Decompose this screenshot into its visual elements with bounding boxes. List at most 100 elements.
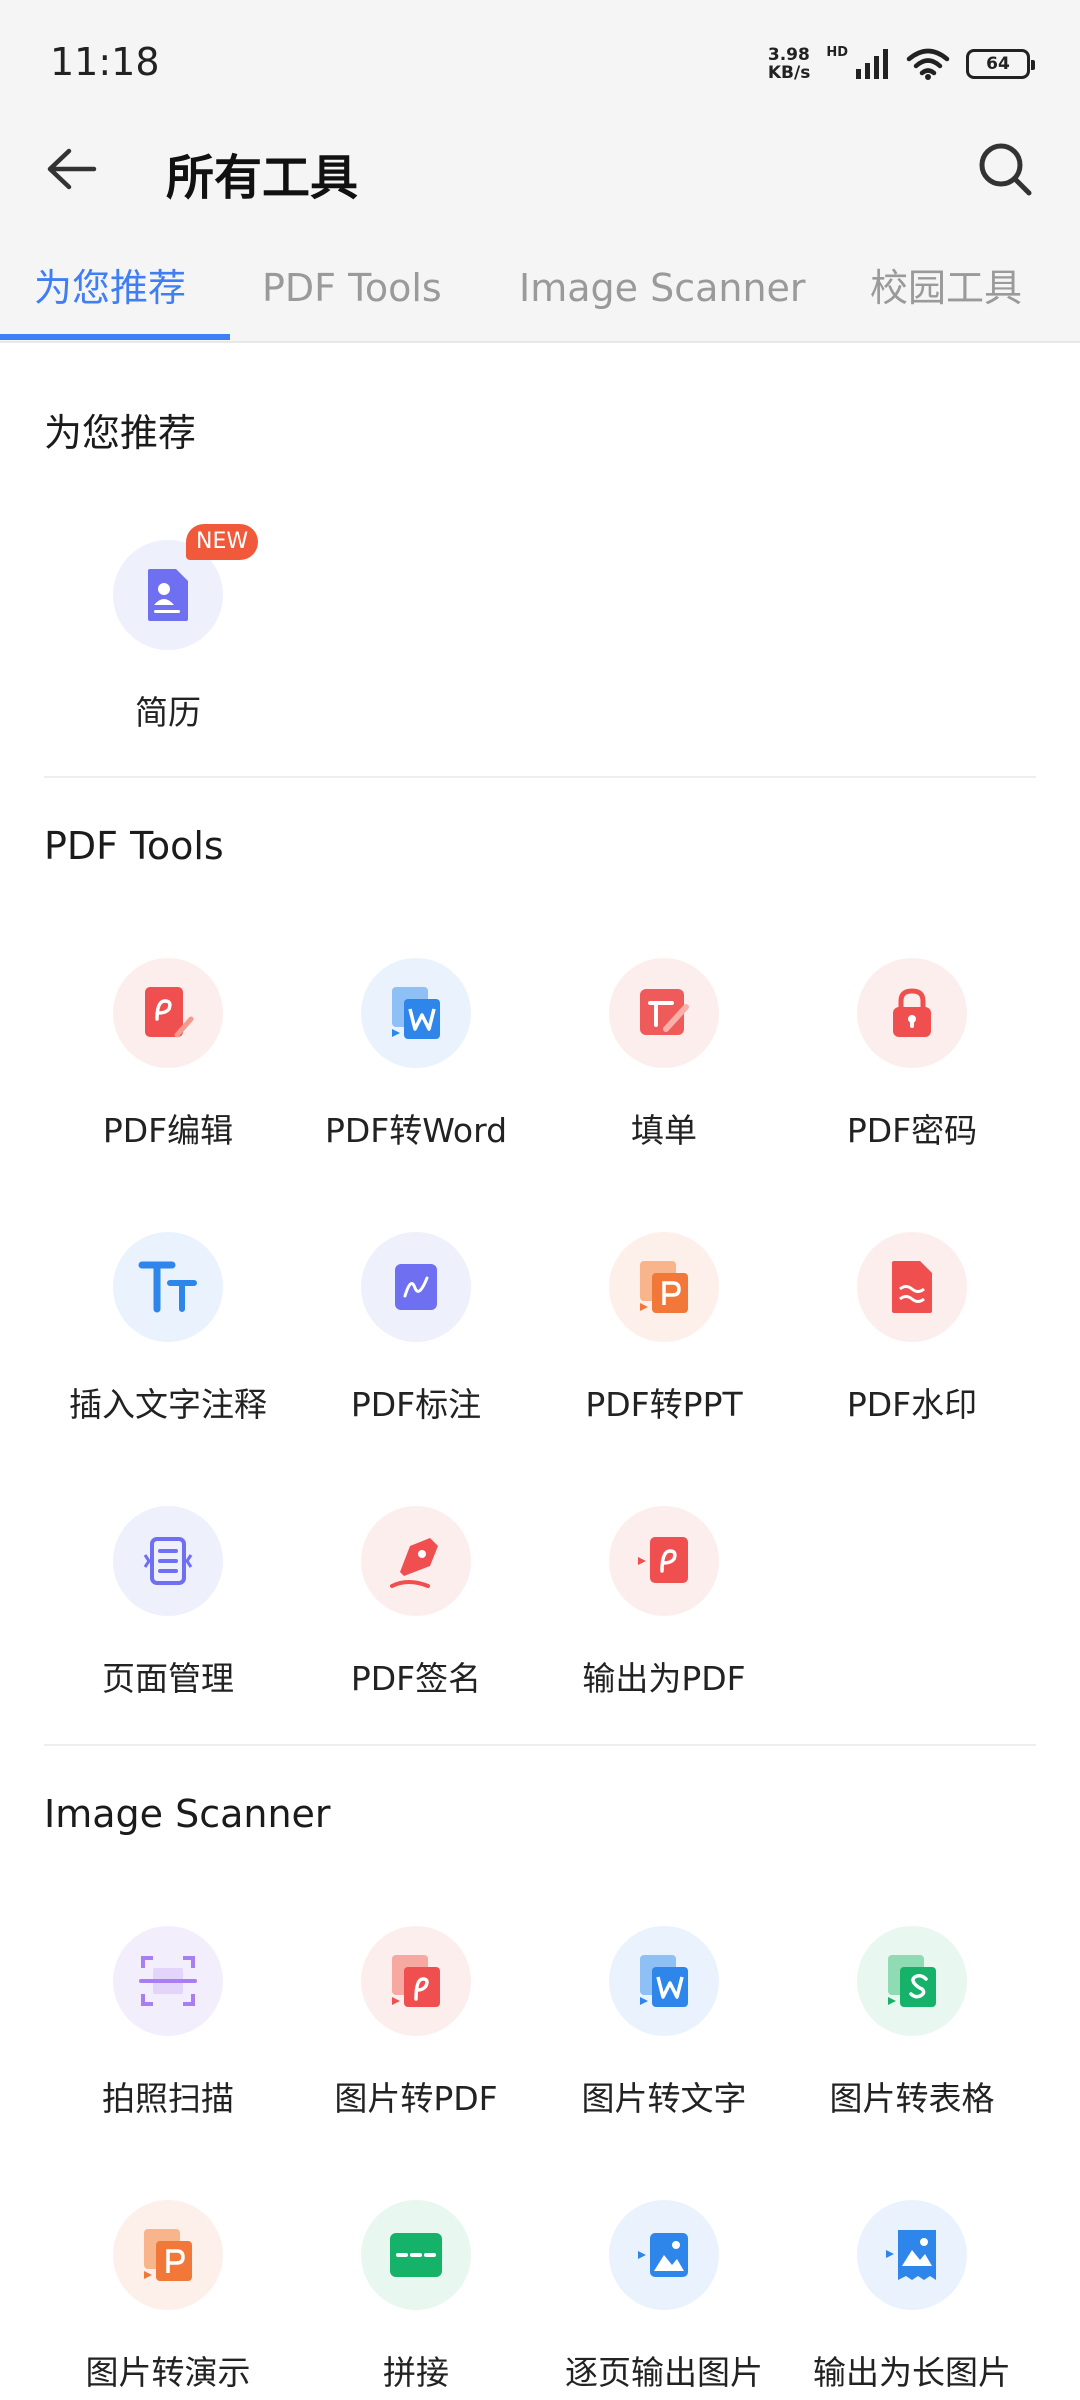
watermark-icon	[892, 1261, 932, 1313]
tool-photo-scan[interactable]: 拍照扫描	[44, 1926, 292, 2126]
tool-icon-bg	[361, 1506, 471, 1616]
tool-pdf-signature[interactable]: PDF签名	[292, 1506, 540, 1706]
section-divider	[44, 1744, 1036, 1746]
export-images-icon	[638, 2233, 688, 2277]
tool-icon-bg	[857, 958, 967, 1068]
network-speed-value: 3.98	[767, 45, 810, 65]
section-title-recommended: 为您推荐	[44, 411, 197, 455]
tool-label: 填单	[631, 1111, 697, 1150]
scan-icon	[139, 1956, 197, 2006]
tool-label: 简历	[135, 693, 201, 732]
section-title-image-scanner: Image Scanner	[44, 1792, 331, 1836]
tool-icon-bg	[857, 1232, 967, 1342]
tool-export-long-image[interactable]: 输出为长图片	[788, 2200, 1036, 2400]
text-annotation-icon	[138, 1261, 197, 1313]
tool-icon-bg	[361, 2200, 471, 2310]
tool-image-to-presentation[interactable]: 图片转演示	[44, 2200, 292, 2400]
tool-fill-form[interactable]: 填单	[540, 958, 788, 1158]
image-to-ppt-icon	[144, 2229, 192, 2281]
pdf-to-word-icon	[392, 987, 440, 1039]
tool-pdf-to-ppt[interactable]: PDF转PPT	[540, 1232, 788, 1432]
page-title: 所有工具	[166, 150, 359, 206]
lock-icon	[893, 988, 931, 1037]
arrow-left-icon	[47, 148, 97, 190]
tool-icon-bg	[113, 2200, 223, 2310]
tool-pdf-edit[interactable]: PDF编辑	[44, 958, 292, 1158]
section-title-pdf-tools: PDF Tools	[44, 824, 224, 868]
tool-label: PDF编辑	[102, 1111, 234, 1150]
tool-page-management[interactable]: 页面管理	[44, 1506, 292, 1706]
all-tools-screen: 11:18 3.98 KB/s HD 64 所有工具 为您推荐 PDF Tool…	[0, 0, 1080, 2400]
tool-label: 输出为PDF	[582, 1659, 746, 1698]
tool-icon-bg	[609, 1926, 719, 2036]
tool-export-page-images[interactable]: 逐页输出图片	[540, 2200, 788, 2400]
tool-pdf-password[interactable]: PDF密码	[788, 958, 1036, 1158]
tool-label: PDF转PPT	[585, 1385, 743, 1424]
tool-label: 输出为长图片	[813, 2353, 1011, 2392]
tool-label: PDF密码	[846, 1111, 978, 1150]
tool-image-to-sheet[interactable]: 图片转表格	[788, 1926, 1036, 2126]
network-speed: 3.98 KB/s	[768, 46, 810, 82]
tab-image-scanner[interactable]: Image Scanner	[519, 258, 806, 342]
tool-icon-bg	[113, 1506, 223, 1616]
tool-image-to-text[interactable]: 图片转文字	[540, 1926, 788, 2126]
fill-form-icon	[640, 989, 689, 1035]
tool-pdf-markup[interactable]: PDF标注	[292, 1232, 540, 1432]
tool-icon-bg	[857, 2200, 967, 2310]
search-icon	[979, 143, 1032, 196]
tool-label: 拼接	[383, 2353, 449, 2392]
tool-label: 图片转PDF	[334, 2079, 498, 2118]
resume-icon	[148, 569, 188, 621]
signal-icon	[856, 49, 888, 79]
pdf-markup-icon	[395, 1264, 437, 1310]
tool-insert-text-annotation[interactable]: 插入文字注释	[44, 1232, 292, 1432]
tool-label: PDF转Word	[324, 1111, 508, 1150]
image-to-pdf-icon	[392, 1955, 440, 2007]
battery-indicator: 64	[966, 49, 1035, 79]
tool-label: 图片转演示	[85, 2353, 251, 2392]
tab-pdf-tools[interactable]: PDF Tools	[262, 258, 442, 342]
status-icons: 3.98 KB/s HD 64	[768, 40, 1035, 88]
pdf-edit-icon	[145, 987, 194, 1038]
section-divider	[44, 776, 1036, 778]
tool-icon-bg	[857, 1926, 967, 2036]
tool-label: PDF水印	[846, 1385, 978, 1424]
tool-icon-bg	[361, 1232, 471, 1342]
image-to-sheet-icon	[888, 1955, 936, 2007]
tool-icon-bg	[609, 1232, 719, 1342]
wifi-icon	[906, 48, 950, 80]
tab-campus-tools[interactable]: 校园工具	[870, 258, 1022, 342]
tool-image-to-pdf[interactable]: 图片转PDF	[292, 1926, 540, 2126]
tool-label: 图片转文字	[581, 2079, 747, 2118]
tool-icon-bg	[609, 1506, 719, 1616]
tool-icon-bg	[113, 958, 223, 1068]
tool-icon-bg	[113, 1926, 223, 2036]
tool-export-pdf[interactable]: 输出为PDF	[540, 1506, 788, 1706]
export-pdf-icon	[638, 1537, 688, 1583]
network-speed-unit: KB/s	[767, 63, 811, 83]
back-button[interactable]	[36, 136, 106, 202]
tool-label: 拍照扫描	[102, 2079, 234, 2118]
tool-label: PDF签名	[350, 1659, 482, 1698]
tab-recommended[interactable]: 为您推荐	[34, 258, 186, 342]
tool-label: 页面管理	[102, 1659, 234, 1698]
active-tab-indicator	[0, 334, 230, 340]
signature-pen-icon	[390, 1538, 438, 1588]
export-long-image-icon	[886, 2230, 936, 2280]
tool-label: PDF标注	[350, 1385, 482, 1424]
tool-pdf-watermark[interactable]: PDF水印	[788, 1232, 1036, 1432]
tool-resume[interactable]: 简历	[44, 540, 292, 740]
tool-label: 插入文字注释	[69, 1385, 267, 1424]
tool-icon-bg	[113, 1232, 223, 1342]
page-manage-icon	[143, 1537, 193, 1585]
search-button[interactable]	[970, 134, 1040, 204]
tabs-divider	[0, 341, 1080, 343]
tool-icon-bg	[609, 2200, 719, 2310]
tool-icon-bg	[361, 958, 471, 1068]
pdf-to-ppt-icon	[640, 1261, 688, 1313]
tool-pdf-to-word[interactable]: PDF转Word	[292, 958, 540, 1158]
tool-label: 图片转表格	[829, 2079, 995, 2118]
hd-label: HD	[826, 44, 848, 60]
tool-stitch[interactable]: 拼接	[292, 2200, 540, 2400]
top-bar: 11:18 3.98 KB/s HD 64 所有工具 为您推荐 PDF Tool…	[0, 0, 1080, 342]
